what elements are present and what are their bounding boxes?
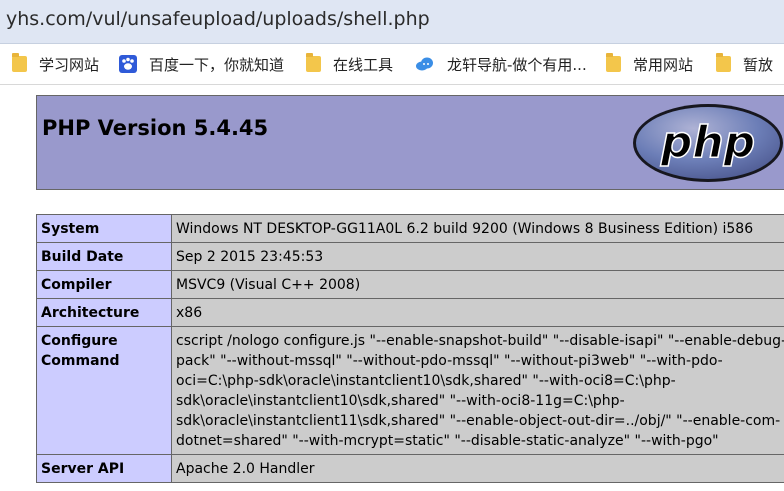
bookmark-temp[interactable]: 暂放	[716, 44, 773, 84]
url-text[interactable]: yhs.com/vul/unsafeupload/uploads/shell.p…	[6, 8, 430, 30]
bookmark-baidu[interactable]: 百度一下，你就知道	[119, 44, 284, 84]
row-value: MSVC9 (Visual C++ 2008)	[171, 270, 784, 299]
bookmark-common-sites[interactable]: 常用网站	[606, 44, 693, 84]
php-logo-text: php	[660, 117, 755, 168]
table-row: Compiler MSVC9 (Visual C++ 2008)	[36, 270, 784, 299]
table-row: Server API Apache 2.0 Handler	[36, 454, 784, 483]
bookmark-longxuan-nav[interactable]: 龙轩导航-做个有用...	[415, 44, 587, 84]
address-bar[interactable]: yhs.com/vul/unsafeupload/uploads/shell.p…	[0, 0, 784, 44]
page-content: PHP Version 5.4.45 php System Windows NT …	[0, 85, 784, 491]
row-value: Windows NT DESKTOP-GG11A0L 6.2 build 920…	[171, 214, 784, 243]
page-title: PHP Version 5.4.45	[42, 116, 269, 140]
bookmark-label: 常用网站	[633, 55, 694, 74]
row-key: Compiler	[36, 270, 172, 299]
folder-icon	[12, 53, 27, 72]
row-key: System	[36, 214, 172, 243]
bookmark-label: 学习网站	[39, 55, 100, 74]
folder-icon	[306, 53, 321, 72]
baidu-paw-icon	[119, 55, 137, 73]
table-row: System Windows NT DESKTOP-GG11A0L 6.2 bui…	[36, 214, 784, 243]
bookmarks-bar: 学习网站 百度一下，你就知道 在线工具 龙轩导航-做个有用... 常用网站 暂放	[0, 44, 784, 85]
row-key: Configure Command	[36, 326, 172, 455]
table-row: Architecture x86	[36, 298, 784, 327]
bookmark-label: 在线工具	[333, 55, 394, 74]
bookmark-label: 暂放	[743, 55, 774, 74]
row-key: Build Date	[36, 242, 172, 271]
bookmark-online-tools[interactable]: 在线工具	[306, 44, 393, 84]
row-key: Server API	[36, 454, 172, 483]
row-value: cscript /nologo configure.js "--enable-s…	[171, 326, 784, 455]
folder-icon	[606, 53, 621, 72]
phpinfo-table: System Windows NT DESKTOP-GG11A0L 6.2 bui…	[36, 214, 784, 483]
row-key: Architecture	[36, 298, 172, 327]
table-row: Configure Command cscript /nologo configu…	[36, 326, 784, 455]
cloud-icon	[416, 57, 433, 71]
table-row: Build Date Sep 2 2015 23:45:53	[36, 242, 784, 271]
phpinfo-header: PHP Version 5.4.45 php	[36, 95, 784, 190]
row-value: Apache 2.0 Handler	[171, 454, 784, 483]
bookmark-label: 龙轩导航-做个有用...	[447, 55, 587, 74]
bookmark-label: 百度一下，你就知道	[149, 55, 285, 74]
row-value: x86	[171, 298, 784, 327]
php-logo-icon: php	[633, 104, 783, 182]
folder-icon	[716, 53, 731, 72]
bookmark-study-sites[interactable]: 学习网站	[12, 44, 99, 84]
row-value: Sep 2 2015 23:45:53	[171, 242, 784, 271]
